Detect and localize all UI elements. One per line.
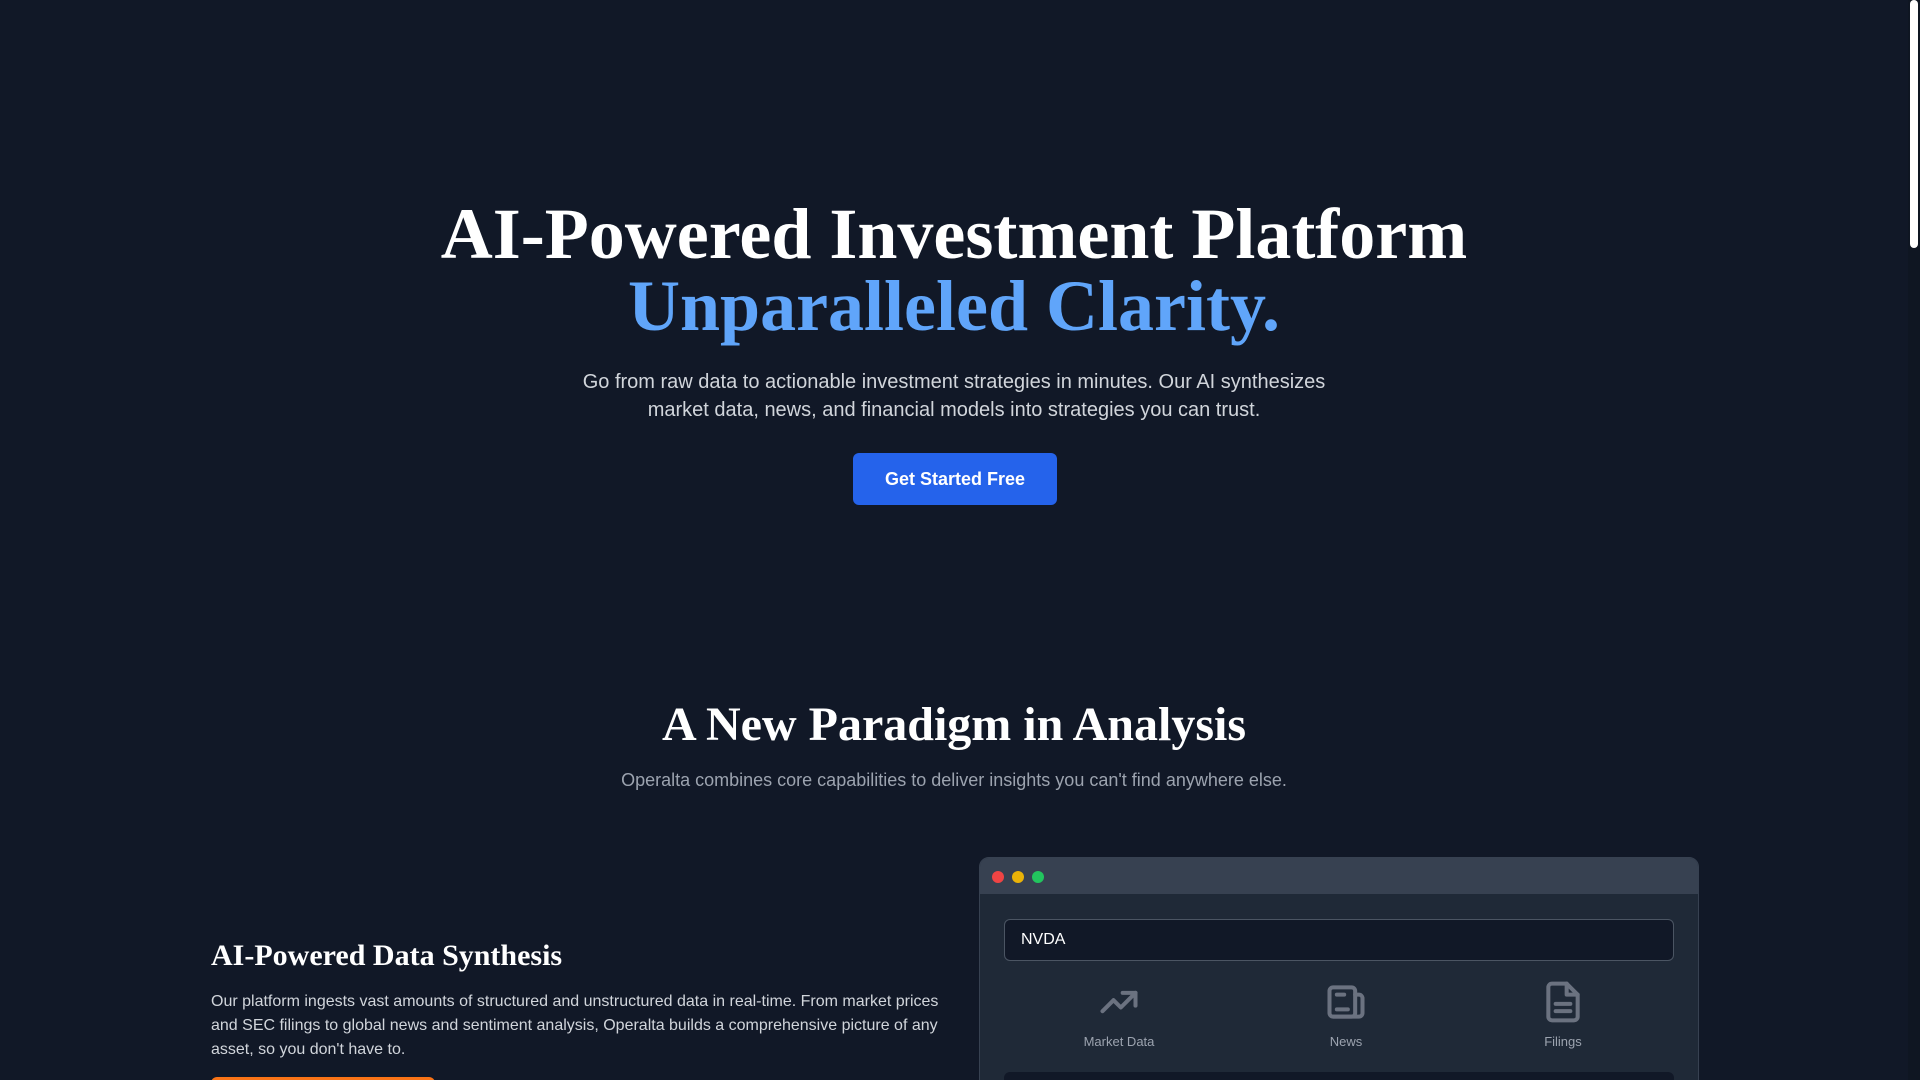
source-filings: Filings (1483, 980, 1643, 1050)
scrollbar[interactable] (1908, 0, 1920, 1080)
feature-title: AI-Powered Data Synthesis (211, 939, 563, 972)
hero-subtitle: Go from raw data to actionable investmen… (582, 371, 1326, 421)
source-label: Market Data (1083, 1034, 1155, 1049)
newspaper-icon (1327, 985, 1365, 1019)
section-subtitle: Operalta combines core capabilities to d… (621, 770, 1287, 790)
hero-title-line1: AI-Powered Investment Platform (440, 194, 1468, 274)
get-started-button[interactable]: Get Started Free (853, 453, 1057, 505)
trending-up-icon (1100, 990, 1138, 1014)
landing-content: AI-Powered Investment Platform Unparalle… (0, 0, 1908, 1080)
window-titlebar (980, 858, 1698, 894)
document-icon (1546, 981, 1580, 1023)
results-panel (1004, 1072, 1674, 1080)
source-label: News (1329, 1034, 1363, 1049)
feature-body: Our platform ingests vast amounts of str… (211, 993, 939, 1058)
section-title: A New Paradigm in Analysis (661, 698, 1247, 751)
hero-title-highlight: Unparalleled Clarity. (628, 266, 1280, 346)
window-minimize-dot (1012, 871, 1024, 883)
hero-title: AI-Powered Investment Platform Unparalle… (0, 198, 1908, 342)
scrollbar-thumb[interactable] (1910, 0, 1918, 248)
ticker-input[interactable] (1004, 919, 1674, 961)
window-close-dot (992, 871, 1004, 883)
source-news: News (1266, 980, 1426, 1050)
window-maximize-dot (1032, 871, 1044, 883)
source-label: Filings (1544, 1034, 1582, 1049)
source-market-data: Market Data (1039, 980, 1199, 1050)
app-preview-window: Market Data News Filings (979, 857, 1699, 1080)
page: AI-Powered Investment Platform Unparalle… (0, 0, 1920, 1080)
